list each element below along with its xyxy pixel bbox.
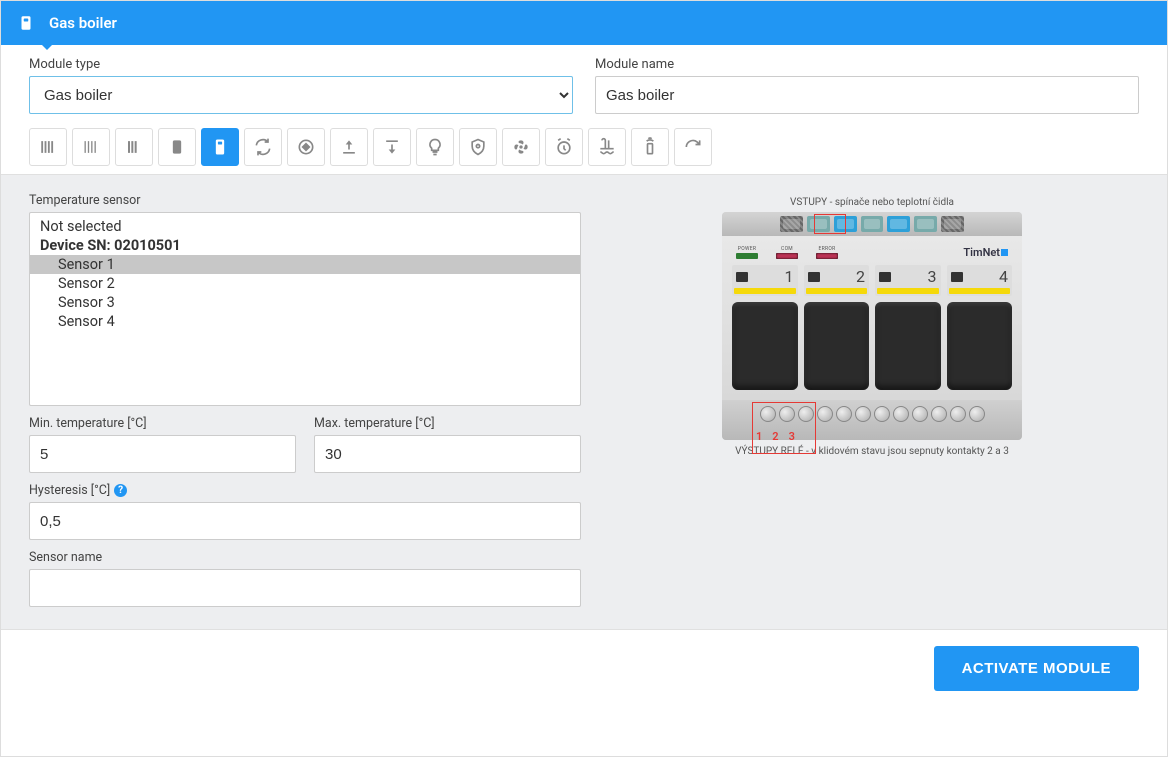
blinds-2-icon[interactable] (72, 128, 110, 166)
module-type-label: Module type (29, 57, 573, 72)
fan-icon[interactable] (502, 128, 540, 166)
activate-module-button[interactable]: ACTIVATE MODULE (934, 646, 1139, 691)
level-up-icon[interactable] (330, 128, 368, 166)
max-temp-label: Max. temperature [°C] (314, 416, 581, 431)
level-down-icon[interactable] (373, 128, 411, 166)
active-tab-arrow (41, 44, 53, 50)
shield-icon[interactable] (459, 128, 497, 166)
module-name-label: Module name (595, 57, 1139, 72)
updown-icon[interactable] (287, 128, 325, 166)
module-type-select[interactable]: Gas boiler (29, 76, 573, 114)
output-terminal-numbers: 1 2 3 (756, 430, 795, 443)
heater-icon[interactable] (158, 128, 196, 166)
remote-icon[interactable] (631, 128, 669, 166)
module-name-input[interactable] (595, 76, 1139, 114)
device-top-label: VSTUPY - spínače nebo teplotní čidla (707, 197, 1037, 208)
redo-icon[interactable] (674, 128, 712, 166)
pool-icon[interactable] (588, 128, 626, 166)
module-type-icon-row (29, 128, 1139, 166)
sensor-name-label: Sensor name (29, 550, 581, 565)
output-highlight-box (752, 402, 816, 454)
hysteresis-label: Hysteresis [°C] ? (29, 483, 581, 498)
top-config-section: Module type Gas boiler Module name (1, 45, 1167, 174)
sensor-option-2[interactable]: Sensor 2 (30, 274, 580, 293)
sync-icon[interactable] (244, 128, 282, 166)
alarm-icon[interactable] (545, 128, 583, 166)
boiler-header-icon (17, 14, 35, 32)
panel-footer: ACTIVATE MODULE (1, 630, 1167, 707)
sensor-option-1[interactable]: Sensor 1 (30, 255, 580, 274)
sensor-option-4[interactable]: Sensor 4 (30, 312, 580, 331)
sensor-option-3[interactable]: Sensor 3 (30, 293, 580, 312)
blinds-3-icon[interactable] (115, 128, 153, 166)
hysteresis-input[interactable] (29, 502, 581, 540)
input-highlight-box (814, 214, 846, 234)
hysteresis-help-icon[interactable]: ? (114, 484, 127, 497)
min-temp-label: Min. temperature [°C] (29, 416, 296, 431)
sensor-config-section: Temperature sensor Not selected Device S… (1, 174, 1167, 630)
panel-title: Gas boiler (49, 14, 117, 32)
device-brand-label: TimNet (963, 246, 1008, 259)
sensor-name-input[interactable] (29, 569, 581, 607)
sensor-not-selected[interactable]: Not selected (30, 217, 580, 236)
bulb-icon[interactable] (416, 128, 454, 166)
max-temp-input[interactable] (314, 435, 581, 473)
blinds-1-icon[interactable] (29, 128, 67, 166)
panel-header: Gas boiler (1, 1, 1167, 45)
device-illustration: VSTUPY - spínače nebo teplotní čidla POW… (707, 197, 1037, 457)
module-config-panel: Gas boiler Module type Gas boiler Module… (0, 0, 1168, 757)
sensor-device-group: Device SN: 02010501 (30, 236, 580, 255)
min-temp-input[interactable] (29, 435, 296, 473)
sensor-listbox[interactable]: Not selected Device SN: 02010501 Sensor … (29, 212, 581, 406)
temp-sensor-label: Temperature sensor (29, 193, 581, 208)
boiler-icon[interactable] (201, 128, 239, 166)
